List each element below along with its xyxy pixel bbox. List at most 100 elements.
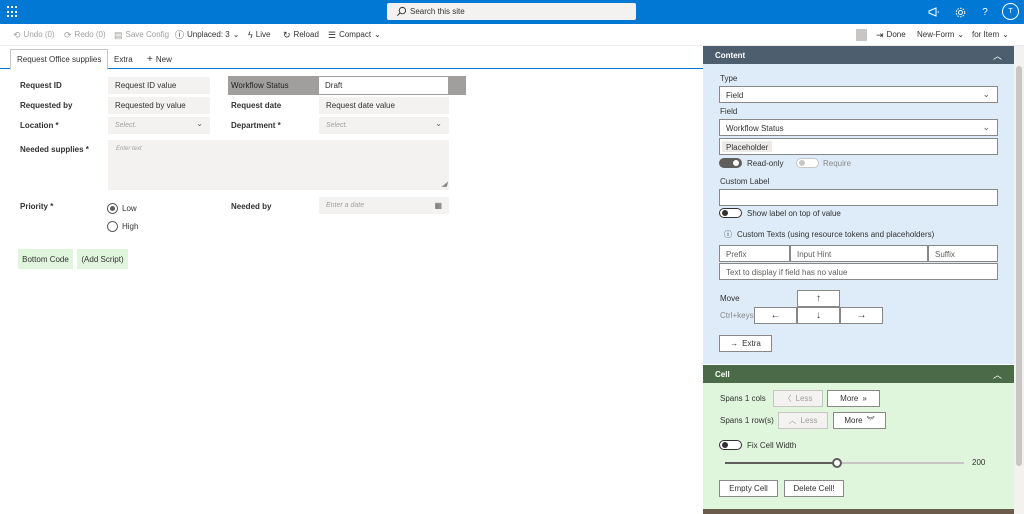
priority-option-low[interactable]: Low bbox=[107, 203, 137, 214]
fix-cell-width-toggle[interactable] bbox=[719, 440, 742, 450]
move-up-button[interactable]: ↑ bbox=[797, 290, 840, 307]
request-date-value[interactable]: Request date value bbox=[319, 97, 449, 114]
priority-option-label: Low bbox=[122, 204, 137, 213]
redo-label: Redo (0) bbox=[74, 30, 106, 39]
chevron-down-icon: ⌄ bbox=[435, 119, 442, 128]
department-select[interactable]: Select. ⌄ bbox=[319, 117, 449, 134]
spans-rows-label: Spans 1 row(s) bbox=[720, 416, 774, 425]
type-select[interactable]: Field ⌄ bbox=[719, 86, 998, 103]
add-script-button[interactable]: (Add Script) bbox=[77, 249, 128, 269]
rows-less-button[interactable]: ︿ Less bbox=[778, 412, 828, 429]
field-select[interactable]: Workflow Status ⌄ bbox=[719, 119, 998, 136]
suffix-input[interactable]: Suffix bbox=[928, 245, 998, 262]
unplaced-dropdown[interactable]: ⓘ Unplaced: 3 ⌄ bbox=[175, 30, 239, 39]
more-label: More bbox=[840, 394, 859, 403]
live-button[interactable]: ϟ Live bbox=[248, 30, 270, 39]
workflow-status-value[interactable]: Draft bbox=[319, 77, 448, 94]
undo-icon: ⟲ bbox=[13, 29, 21, 40]
site-search-box[interactable]: Search this site bbox=[387, 3, 636, 20]
spans-cols-label: Spans 1 cols bbox=[720, 394, 766, 403]
reload-button[interactable]: ↻ Reload bbox=[283, 30, 319, 39]
add-tab-button[interactable]: + New bbox=[141, 49, 178, 69]
no-value-text-input[interactable]: Text to display if field has no value bbox=[719, 263, 998, 280]
move-down-button[interactable]: ↓ bbox=[797, 307, 840, 324]
request-date-label: Request date bbox=[231, 101, 282, 110]
calendar-icon[interactable]: ▦ bbox=[434, 201, 442, 210]
exit-icon: ⇥ bbox=[876, 29, 884, 40]
for-item-dropdown[interactable]: for Item ⌄ bbox=[972, 30, 1009, 39]
arrow-right-icon: → bbox=[730, 339, 739, 348]
scrollbar-thumb[interactable] bbox=[1016, 66, 1022, 466]
cols-less-button[interactable]: 〈 Less bbox=[773, 390, 823, 407]
department-placeholder: Select. bbox=[326, 122, 348, 129]
move-to-extra-button[interactable]: → Extra bbox=[719, 335, 772, 352]
type-select-value: Field bbox=[726, 91, 744, 100]
cell-width-slider[interactable] bbox=[725, 458, 964, 468]
app-launcher-icon[interactable] bbox=[7, 6, 19, 18]
require-toggle[interactable] bbox=[796, 158, 819, 168]
needed-supplies-textarea[interactable]: Enter text ◢ bbox=[108, 140, 449, 190]
request-id-label: Request ID bbox=[20, 81, 62, 90]
content-section-title: Content bbox=[715, 51, 746, 60]
content-section-header[interactable]: Content ︿ bbox=[703, 46, 1014, 64]
megaphone-icon[interactable] bbox=[926, 4, 942, 20]
less-label: Less bbox=[795, 394, 813, 403]
arrow-right-icon: → bbox=[856, 310, 867, 321]
workflow-status-cell[interactable]: Workflow Status Draft bbox=[228, 76, 466, 95]
tab-request-office-supplies[interactable]: Request Office supplies bbox=[10, 49, 109, 70]
arrow-up-icon: ↑ bbox=[816, 293, 821, 304]
custom-label-input[interactable] bbox=[719, 189, 998, 206]
redo-button[interactable]: ⟳ Redo (0) bbox=[64, 30, 106, 39]
location-select[interactable]: Select. ⌄ bbox=[108, 117, 210, 134]
search-icon bbox=[397, 6, 407, 16]
user-avatar[interactable]: T bbox=[1002, 3, 1019, 20]
request-id-value[interactable]: Request ID value bbox=[108, 77, 210, 94]
cell-section-header[interactable]: Cell ︿ bbox=[703, 365, 1014, 383]
save-config-button[interactable]: ▤ Save Config bbox=[114, 30, 169, 39]
live-label: Live bbox=[255, 30, 271, 39]
compact-dropdown[interactable]: ☰ Compact ⌄ bbox=[328, 30, 381, 39]
unplaced-label: Unplaced: 3 bbox=[187, 30, 230, 39]
undo-button[interactable]: ⟲ Undo (0) bbox=[13, 30, 55, 39]
chevron-down-icon: ⌄ bbox=[196, 119, 203, 128]
grip-handle-icon[interactable] bbox=[856, 29, 867, 41]
new-form-dropdown[interactable]: New-Form ⌄ bbox=[917, 30, 964, 39]
move-left-button[interactable]: ← bbox=[754, 307, 797, 324]
move-right-button[interactable]: → bbox=[840, 307, 883, 324]
priority-option-high[interactable]: High bbox=[107, 221, 138, 232]
custom-texts-label: Custom Texts (using resource tokens and … bbox=[737, 230, 935, 239]
readonly-toggle[interactable] bbox=[719, 158, 742, 168]
needed-by-date-picker[interactable]: Enter a date ▦ bbox=[319, 197, 449, 214]
cols-more-button[interactable]: More» bbox=[827, 390, 880, 407]
input-hint-input[interactable]: Input Hint bbox=[790, 245, 928, 262]
rows-more-button[interactable]: More ︾ bbox=[833, 412, 886, 429]
field-select-value: Workflow Status bbox=[726, 124, 784, 133]
next-section-header[interactable] bbox=[703, 509, 1014, 514]
panel-scrollbar[interactable] bbox=[1014, 46, 1024, 514]
chevron-up-icon[interactable]: ︿ bbox=[993, 49, 1002, 62]
show-label-top-toggle[interactable] bbox=[719, 208, 742, 218]
fix-cell-width-label: Fix Cell Width bbox=[747, 441, 797, 450]
prefix-input[interactable]: Prefix bbox=[719, 245, 790, 262]
department-label: Department * bbox=[231, 121, 281, 130]
help-question-icon[interactable]: ? bbox=[977, 4, 993, 20]
readonly-label: Read-only bbox=[747, 159, 784, 168]
tab-extra[interactable]: Extra bbox=[108, 49, 139, 69]
delete-cell-button[interactable]: Delete Cell! bbox=[784, 480, 844, 497]
placeholder-input[interactable]: Placeholder bbox=[719, 138, 998, 155]
undo-label: Undo (0) bbox=[23, 30, 55, 39]
custom-texts-heading: ⓘ Custom Texts (using resource tokens and… bbox=[724, 229, 934, 240]
bottom-code-button[interactable]: Bottom Code bbox=[18, 249, 73, 269]
lightning-icon: ϟ bbox=[248, 29, 253, 40]
less-label: Less bbox=[800, 416, 818, 425]
chevron-up-icon[interactable]: ︿ bbox=[993, 368, 1002, 381]
slider-thumb[interactable] bbox=[832, 458, 842, 468]
tab-label: Request Office supplies bbox=[17, 55, 102, 64]
ctrl-keys-label: Ctrl+keys bbox=[720, 311, 754, 320]
empty-cell-button[interactable]: Empty Cell bbox=[719, 480, 778, 497]
settings-gear-icon[interactable] bbox=[952, 4, 968, 20]
done-button[interactable]: ⇥ Done bbox=[876, 30, 906, 39]
requested-by-value[interactable]: Requested by value bbox=[108, 97, 210, 114]
save-config-label: Save Config bbox=[125, 30, 170, 39]
resize-grip-icon[interactable]: ◢ bbox=[442, 180, 447, 188]
